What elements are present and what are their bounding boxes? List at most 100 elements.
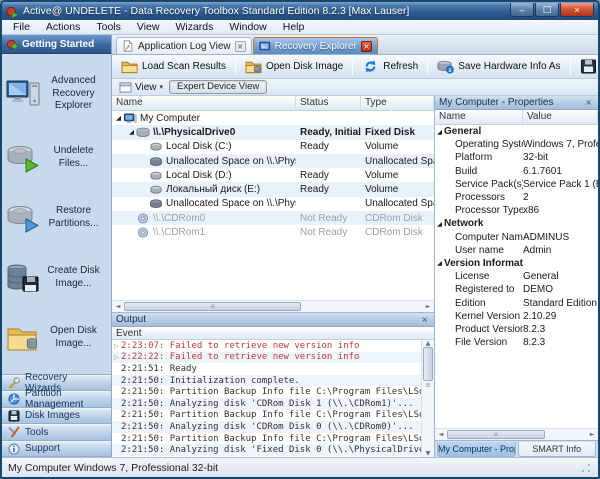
property-row-service-pack-s[interactable]: Service Pack(s)Service Pack 1 (Build 760… — [435, 178, 598, 191]
tree-row-my-computer[interactable]: ◢My Computer — [112, 111, 434, 125]
panel-tab-my-computer-properties[interactable]: My Computer - Properties — [437, 442, 516, 457]
tree-row-physicaldrive0[interactable]: ◢\\.\PhysicalDrive0Ready, InitializedFix… — [112, 125, 434, 139]
panel-tab-smart-info[interactable]: SMART Info — [518, 442, 597, 457]
output-event-row[interactable]: 2:21:51: Ready — [112, 363, 421, 375]
output-event-row[interactable]: 2:21:50: Partition Backup Info file C:\P… — [112, 410, 421, 422]
output-event-row[interactable]: 2:21:50: Initialization complete. — [112, 375, 421, 387]
column-header-type[interactable]: Type — [361, 96, 434, 110]
close-button[interactable]: × — [560, 3, 594, 17]
property-row-build[interactable]: Build6.1.7601 — [435, 165, 598, 178]
resize-grip[interactable] — [580, 462, 592, 474]
menu-item-wizards[interactable]: Wizards — [168, 20, 220, 34]
tree-hscroll-thumb[interactable] — [124, 302, 301, 311]
save-application-log-as-button[interactable]: Save Application Log As — [573, 57, 600, 77]
menu-item-help[interactable]: Help — [276, 20, 312, 34]
column-header-name[interactable]: Name — [112, 96, 296, 110]
save-hardware-info-as-button[interactable]: Save Hardware Info As — [430, 57, 567, 77]
tab-recovery-explorer[interactable]: Recovery Explorer× — [253, 37, 378, 54]
properties-close-icon[interactable]: × — [583, 98, 594, 107]
output-event-row[interactable]: 2:21:50: Partition Backup Info file C:\P… — [112, 433, 421, 445]
property-row-computer-name[interactable]: Computer NameADMINUS — [435, 231, 598, 244]
property-row-file-version[interactable]: File Version8.2.3 — [435, 336, 598, 349]
menu-item-tools[interactable]: Tools — [89, 20, 128, 34]
tree-row-cdrom1[interactable]: \\.\CDRom1Not ReadyCDRom Disk — [112, 225, 434, 239]
output-event-row[interactable]: 2:21:50: Analyzing disk 'CDRom Disk 1 (\… — [112, 398, 421, 410]
property-row-product-version[interactable]: Product Version8.2.3 — [435, 323, 598, 336]
event-column-header[interactable]: Event — [112, 327, 434, 340]
property-row-registered-to[interactable]: Registered toDEMO — [435, 283, 598, 296]
property-row-platform[interactable]: Platform32-bit — [435, 151, 598, 164]
output-close-icon[interactable]: × — [419, 315, 430, 324]
property-row-kernel-version[interactable]: Kernel Version2.10.29 — [435, 310, 598, 323]
sidebar-item-open-disk-image[interactable]: Open Disk Image... — [4, 321, 109, 355]
prop-column-header-name[interactable]: Name — [435, 110, 523, 124]
property-row-processors[interactable]: Processors2 — [435, 191, 598, 204]
menu-item-window[interactable]: Window — [222, 20, 273, 34]
tab-close-icon[interactable]: × — [235, 41, 246, 52]
property-group-general[interactable]: ◢General — [435, 125, 598, 138]
sidebar-item-create-disk-image[interactable]: Create Disk Image... — [4, 261, 109, 295]
output-vscroll-thumb[interactable] — [423, 347, 433, 381]
menu-item-actions[interactable]: Actions — [39, 20, 87, 34]
properties-hscroll-thumb[interactable] — [447, 430, 545, 439]
property-row-edition[interactable]: EditionStandard Edition — [435, 296, 598, 309]
property-value: Admin — [523, 245, 598, 256]
scroll-right-icon[interactable]: ► — [422, 301, 434, 312]
tree-row-local-disk-d[interactable]: Local Disk (D:)ReadyVolume — [112, 168, 434, 182]
event-expand-icon[interactable]: ▷ — [112, 342, 121, 350]
refresh-button[interactable]: Refresh — [355, 57, 425, 77]
menu-item-view[interactable]: View — [130, 20, 167, 34]
scroll-left-icon[interactable]: ◄ — [435, 429, 447, 440]
scroll-down-icon[interactable]: ▼ — [422, 450, 434, 457]
output-vertical-scrollbar[interactable]: ▲ ≡ ▼ — [421, 340, 434, 457]
property-row-processor-type[interactable]: Processor Typex86 — [435, 204, 598, 217]
maximize-button[interactable]: □ — [535, 3, 559, 17]
menu-item-file[interactable]: File — [6, 20, 37, 34]
tree-row-local-disk-c[interactable]: Local Disk (C:)ReadyVolume — [112, 140, 434, 154]
minimize-button[interactable]: – — [510, 3, 534, 17]
property-group-network[interactable]: ◢Network — [435, 217, 598, 230]
property-row-operating-system[interactable]: Operating SystemWindows 7, Professional — [435, 138, 598, 151]
expand-arrow-icon[interactable]: ◢ — [114, 114, 123, 122]
expand-arrow-icon[interactable]: ◢ — [435, 259, 444, 267]
scroll-up-icon[interactable]: ▲ — [422, 340, 434, 347]
tree-cell-type: Volume — [361, 141, 434, 152]
column-header-status[interactable]: Status — [296, 96, 361, 110]
scroll-right-icon[interactable]: ► — [586, 429, 598, 440]
sidebar-section-tools[interactable]: Tools — [2, 424, 111, 441]
sidebar-item-restore-partitions[interactable]: Restore Partitions... — [4, 201, 109, 235]
load-scan-results-button[interactable]: Load Scan Results — [114, 57, 233, 77]
property-row-user-name[interactable]: User nameAdmin — [435, 244, 598, 257]
sidebar-section-support[interactable]: Support — [2, 441, 111, 458]
output-event-row[interactable]: 2:21:50: Analyzing disk 'Fixed Disk 0 (\… — [112, 444, 421, 456]
output-event-row[interactable]: ▷2:22:22: Failed to retrieve new version… — [112, 352, 421, 364]
sidebar-header-getting-started[interactable]: Getting Started — [2, 35, 111, 54]
expand-arrow-icon[interactable]: ◢ — [435, 128, 444, 136]
tree-horizontal-scrollbar[interactable]: ◄ ► — [112, 300, 434, 312]
tab-close-icon[interactable]: × — [361, 41, 372, 52]
event-expand-icon[interactable]: ▷ — [112, 353, 121, 361]
tree-row-unallocated-space-on-physicaldrive0[interactable]: Unallocated Space on \\.\PhysicalDrive0U… — [112, 154, 434, 168]
tab-application-log-view[interactable]: Application Log View× — [116, 37, 252, 54]
output-event-row[interactable]: ▷2:23:07: Failed to retrieve new version… — [112, 340, 421, 352]
scroll-left-icon[interactable]: ◄ — [112, 301, 124, 312]
view-dropdown-button[interactable]: View ▾ — [116, 80, 166, 94]
output-event-row[interactable]: 2:21:50: Partition Backup Info file C:\P… — [112, 386, 421, 398]
open-disk-image-button[interactable]: Open Disk Image — [238, 57, 350, 77]
sidebar-section-partition-management[interactable]: Partition Management — [2, 391, 111, 408]
tree-row-unallocated-space-on-physicaldrive0[interactable]: Unallocated Space on \\.\PhysicalDrive0U… — [112, 197, 434, 211]
tree-row-cdrom0[interactable]: \\.\CDRom0Not ReadyCDRom Disk — [112, 211, 434, 225]
expert-device-view-button[interactable]: Expert Device View — [169, 80, 267, 94]
output-event-row[interactable]: 2:21:50: Analyzing disk 'CDRom Disk 0 (\… — [112, 421, 421, 433]
title-bar[interactable]: Active@ UNDELETE - Data Recovery Toolbox… — [2, 2, 598, 20]
sidebar-item-undelete-files[interactable]: Undelete Files... — [4, 141, 109, 175]
property-group-version-information[interactable]: ◢Version Information — [435, 257, 598, 270]
sidebar-item-advanced-recovery-explorer[interactable]: Advanced Recovery Explorer — [4, 73, 109, 115]
property-value: 8.2.3 — [523, 337, 598, 348]
expand-arrow-icon[interactable]: ◢ — [435, 220, 444, 228]
expand-arrow-icon[interactable]: ◢ — [127, 128, 136, 136]
prop-column-header-value[interactable]: Value — [523, 110, 598, 124]
properties-horizontal-scrollbar[interactable]: ◄ ► — [435, 428, 598, 440]
property-row-license[interactable]: LicenseGeneral — [435, 270, 598, 283]
tree-row-e[interactable]: Локальный диск (E:)ReadyVolume — [112, 182, 434, 196]
